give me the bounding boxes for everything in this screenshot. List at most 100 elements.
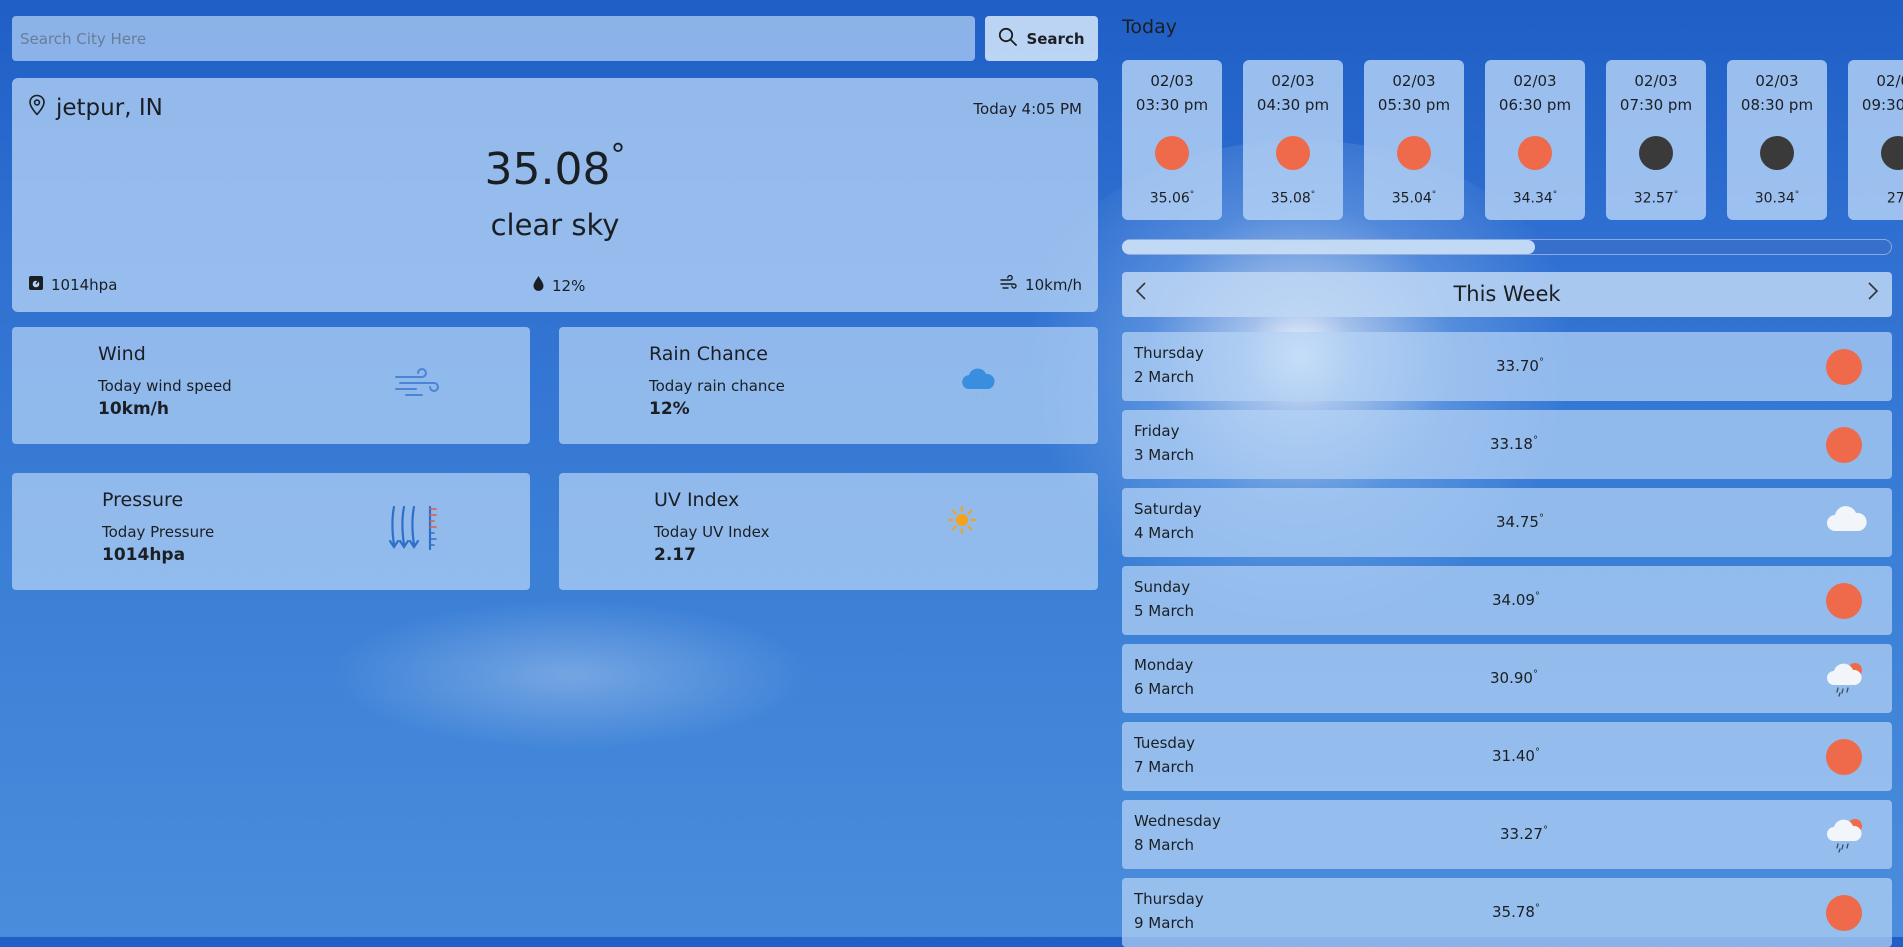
search-button-label: Search	[1026, 29, 1085, 48]
degree-symbol: °	[1552, 190, 1558, 200]
rain-card-value: 12%	[649, 399, 690, 419]
hourly-date: 02/03	[1392, 72, 1436, 90]
week-day-row[interactable]: Thursday 2 March 33.70°	[1122, 332, 1892, 401]
day-date: 9 March	[1134, 914, 1195, 932]
day-temp: 33.18°	[1490, 435, 1538, 453]
rain-card-title: Rain Chance	[649, 343, 768, 365]
pressure-card-value: 1014hpa	[102, 545, 186, 565]
hourly-temp-value: 35.06	[1149, 190, 1190, 207]
day-temp-value: 31.40	[1492, 747, 1535, 765]
uv-card-subtitle: Today UV Index	[654, 523, 770, 541]
day-date: 7 March	[1134, 758, 1195, 776]
sun-icon	[1826, 895, 1862, 931]
search-input[interactable]	[12, 16, 975, 61]
wind-card: Wind Today wind speed 10km/h	[12, 327, 530, 444]
rain-cloud-icon	[1826, 661, 1862, 697]
droplet-icon	[532, 275, 545, 296]
day-temp: 33.27°	[1500, 825, 1548, 843]
wind-stat: 10km/h	[1000, 274, 1082, 295]
current-weather-card: jetpur, IN Today 4:05 PM 35.08° clear sk…	[12, 78, 1098, 312]
day-name: Tuesday	[1134, 734, 1196, 752]
day-name: Wednesday	[1134, 812, 1221, 830]
hourly-date: 02/03	[1150, 72, 1194, 90]
day-temp-value: 33.18	[1490, 435, 1533, 453]
sun-icon	[1397, 136, 1431, 170]
day-name: Sunday	[1134, 578, 1191, 596]
location: jetpur, IN	[28, 94, 163, 122]
sun-icon	[1826, 427, 1862, 463]
hourly-date: 02/03	[1271, 72, 1315, 90]
hourly-time: 05:30 pm	[1377, 96, 1451, 114]
pressure-stat: 1014hpa	[28, 275, 117, 295]
pressure-arrows-icon	[384, 503, 444, 559]
degree-symbol: °	[1534, 591, 1540, 602]
week-header: This Week	[1122, 272, 1892, 317]
day-temp-value: 34.75	[1496, 513, 1539, 531]
degree-symbol: °	[1310, 190, 1316, 200]
search-icon	[998, 27, 1018, 51]
pressure-card-subtitle: Today Pressure	[102, 523, 215, 541]
hourly-card: 02/03 03:30 pm 35.06°	[1122, 60, 1222, 220]
day-date: 3 March	[1134, 446, 1195, 464]
degree-symbol: °	[1532, 435, 1538, 446]
hourly-scrollbar-thumb[interactable]	[1122, 240, 1535, 254]
day-name: Thursday	[1134, 890, 1204, 908]
day-temp-value: 34.09	[1492, 591, 1535, 609]
hourly-card: 02/03 05:30 pm 35.04°	[1364, 60, 1464, 220]
day-name: Thursday	[1134, 344, 1204, 362]
hourly-time: 09:30 pm	[1861, 96, 1903, 114]
week-day-row[interactable]: Wednesday 8 March 33.27°	[1122, 800, 1892, 869]
day-date: 8 March	[1134, 836, 1195, 854]
sun-icon	[1826, 349, 1862, 385]
moon-icon	[1881, 136, 1903, 170]
rain-chance-card: Rain Chance Today rain chance 12%	[559, 327, 1098, 444]
hourly-card: 02/03 08:30 pm 30.34°	[1727, 60, 1827, 220]
wind-card-value: 10km/h	[98, 399, 169, 419]
degree-symbol: °	[1534, 903, 1540, 914]
hourly-time: 07:30 pm	[1619, 96, 1693, 114]
day-temp: 33.70°	[1496, 357, 1544, 375]
rain-card-subtitle: Today rain chance	[649, 377, 785, 395]
hourly-temp: 30.34°	[1727, 190, 1827, 207]
day-temp-value: 30.90	[1490, 669, 1533, 687]
hourly-temp: 27°	[1848, 190, 1903, 207]
hourly-temp: 34.34°	[1485, 190, 1585, 207]
degree-symbol: °	[1673, 190, 1679, 200]
hourly-temp-value: 34.34	[1512, 190, 1553, 207]
hourly-date: 02/03	[1634, 72, 1678, 90]
uv-card-title: UV Index	[654, 489, 740, 511]
hourly-temp-value: 30.34	[1754, 190, 1795, 207]
hourly-card: 02/03 09:30 pm 27°	[1848, 60, 1903, 220]
degree-symbol: °	[1538, 513, 1544, 524]
week-title: This Week	[1453, 282, 1561, 306]
hourly-date: 02/03	[1513, 72, 1557, 90]
hourly-forecast-strip[interactable]: 02/03 03:30 pm 35.06° 02/03 04:30 pm 35.08° 02…	[1122, 60, 1903, 220]
week-day-row[interactable]: Tuesday 7 March 31.40°	[1122, 722, 1892, 791]
wind-icon	[1000, 274, 1018, 295]
today-heading: Today	[1122, 16, 1177, 38]
hourly-card: 02/03 04:30 pm 35.08°	[1243, 60, 1343, 220]
day-name: Saturday	[1134, 500, 1202, 518]
current-temperature-value: 35.08	[484, 144, 611, 195]
pressure-card-title: Pressure	[102, 489, 184, 511]
day-name: Monday	[1134, 656, 1194, 674]
day-date: 5 March	[1134, 602, 1195, 620]
cloud-icon	[1826, 505, 1867, 541]
sun-icon	[1518, 136, 1552, 170]
day-temp: 35.78°	[1492, 903, 1540, 921]
week-day-row[interactable]: Monday 6 March 30.90°	[1122, 644, 1892, 713]
week-day-row[interactable]: Saturday 4 March 34.75°	[1122, 488, 1892, 557]
chevron-right-icon[interactable]	[1866, 281, 1880, 307]
search-button[interactable]: Search	[985, 16, 1098, 61]
week-day-row[interactable]: Sunday 5 March 34.09°	[1122, 566, 1892, 635]
degree-symbol: °	[1794, 190, 1800, 200]
pressure-gauge-icon	[28, 275, 44, 295]
pressure-value: 1014hpa	[51, 276, 118, 294]
week-day-row[interactable]: Friday 3 March 33.18°	[1122, 410, 1892, 479]
cloud-haze-background	[330, 600, 810, 750]
degree-symbol: °	[610, 138, 626, 173]
hourly-time: 08:30 pm	[1740, 96, 1814, 114]
day-date: 6 March	[1134, 680, 1195, 698]
wind-value: 10km/h	[1025, 276, 1082, 294]
sun-icon	[1155, 136, 1189, 170]
